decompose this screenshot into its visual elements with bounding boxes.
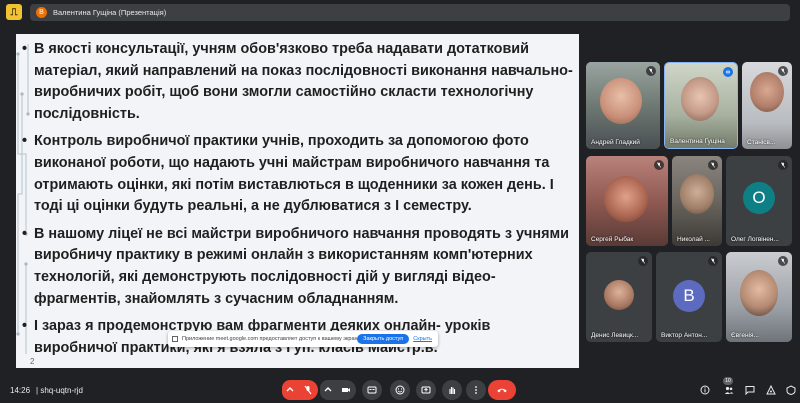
mic-off-icon xyxy=(778,66,788,76)
participant-tile[interactable]: Євгенія... xyxy=(726,252,792,342)
mic-off-icon xyxy=(654,160,664,170)
camera-toggle-button[interactable] xyxy=(336,380,356,400)
leave-call-button[interactable] xyxy=(488,380,516,400)
slide-bullet: В нашому ліцеї не всі майстри виробничог… xyxy=(22,224,574,310)
participant-tile[interactable]: О Олег Логвінен... xyxy=(726,156,792,246)
participant-name: Сергей Рыбак xyxy=(591,236,634,243)
slide-page-number: 2 xyxy=(30,357,35,366)
mic-off-icon xyxy=(646,66,656,76)
slide-bullet: В якості консультації, учням обов'язково… xyxy=(22,39,574,125)
presenter-chip[interactable]: В Валентина Гущіна (Презентація) xyxy=(30,4,790,21)
participant-photo-avatar xyxy=(604,280,634,310)
mic-off-icon xyxy=(778,160,788,170)
meeting-code: | shq-uqtn-rjd xyxy=(36,386,83,395)
participant-face xyxy=(681,77,719,121)
participant-letter-avatar: О xyxy=(743,182,775,214)
host-controls-icon[interactable] xyxy=(784,383,798,397)
participants-icon[interactable] xyxy=(722,383,736,397)
screen-share-text: Приложение meet.google.com предоставляет… xyxy=(182,336,358,342)
mic-off-icon xyxy=(708,160,718,170)
presenter-avatar: В xyxy=(36,7,47,18)
speaking-indicator-icon xyxy=(723,67,733,77)
captions-button[interactable] xyxy=(362,380,382,400)
participant-count-badge: 10 xyxy=(723,377,733,385)
chat-icon[interactable] xyxy=(743,383,757,397)
participant-name: Олег Логвінен... xyxy=(731,236,779,243)
participant-tile[interactable]: Валентина Гущіна xyxy=(664,62,738,149)
clock-time: 14:26 xyxy=(10,386,31,395)
participant-face xyxy=(600,78,642,124)
participant-tile[interactable]: Сергей Рыбак xyxy=(586,156,668,246)
reactions-button[interactable] xyxy=(390,380,410,400)
camera-options-button[interactable] xyxy=(320,380,336,400)
participant-face xyxy=(680,174,714,214)
app-icon[interactable]: ⎍ xyxy=(6,4,22,20)
mic-toggle-button[interactable] xyxy=(298,380,318,400)
participant-tile[interactable]: Денис Левицк... xyxy=(586,252,652,342)
separator: | xyxy=(36,386,39,395)
activities-icon[interactable] xyxy=(764,383,778,397)
participant-name: Николай ... xyxy=(677,236,710,243)
mic-options-button[interactable] xyxy=(282,380,298,400)
participant-face xyxy=(604,176,648,222)
mic-off-icon xyxy=(778,256,788,266)
participant-name: Денис Левицк... xyxy=(591,332,639,339)
participant-face xyxy=(740,270,778,316)
present-screen-button[interactable] xyxy=(416,380,436,400)
slide-bullet: Контроль виробничої практики учнів, прох… xyxy=(22,131,574,217)
participant-face xyxy=(750,72,784,112)
meeting-code-text: shq-uqtn-rjd xyxy=(40,386,83,395)
raise-hand-button[interactable] xyxy=(442,380,462,400)
participant-name: Виктор Антон... xyxy=(661,332,708,339)
meet-window: ⎍ В Валентина Гущіна (Презентація) В яко… xyxy=(0,0,800,403)
screen-share-banner: Приложение meet.google.com предоставляет… xyxy=(168,331,438,347)
hide-banner-link[interactable]: Скрыть xyxy=(413,336,432,342)
participant-tile[interactable]: Николай ... xyxy=(672,156,722,246)
participant-name: Андрей Гладкий xyxy=(591,139,640,146)
stop-sharing-button[interactable]: Закрыть доступ xyxy=(357,334,410,344)
participant-name: Євгенія... xyxy=(731,332,759,339)
presenter-label: Валентина Гущіна (Презентація) xyxy=(53,8,167,17)
participant-tile[interactable]: Андрей Гладкий xyxy=(586,62,660,149)
participant-letter-avatar: В xyxy=(673,280,705,312)
participant-name: Станісв... xyxy=(747,139,776,146)
participant-tile[interactable]: В Виктор Антон... xyxy=(656,252,722,342)
more-options-button[interactable] xyxy=(466,380,486,400)
slide-bullet-list: В якості консультації, учням обов'язково… xyxy=(22,39,574,365)
mic-off-icon xyxy=(638,256,648,266)
mic-off-icon xyxy=(708,256,718,266)
screen-share-icon xyxy=(172,336,178,342)
presented-slide: В якості консультації, учням обов'язково… xyxy=(16,34,579,368)
meeting-info-icon[interactable] xyxy=(698,383,712,397)
participant-name: Валентина Гущіна xyxy=(670,138,725,145)
participant-tile[interactable]: Станісв... xyxy=(742,62,792,149)
